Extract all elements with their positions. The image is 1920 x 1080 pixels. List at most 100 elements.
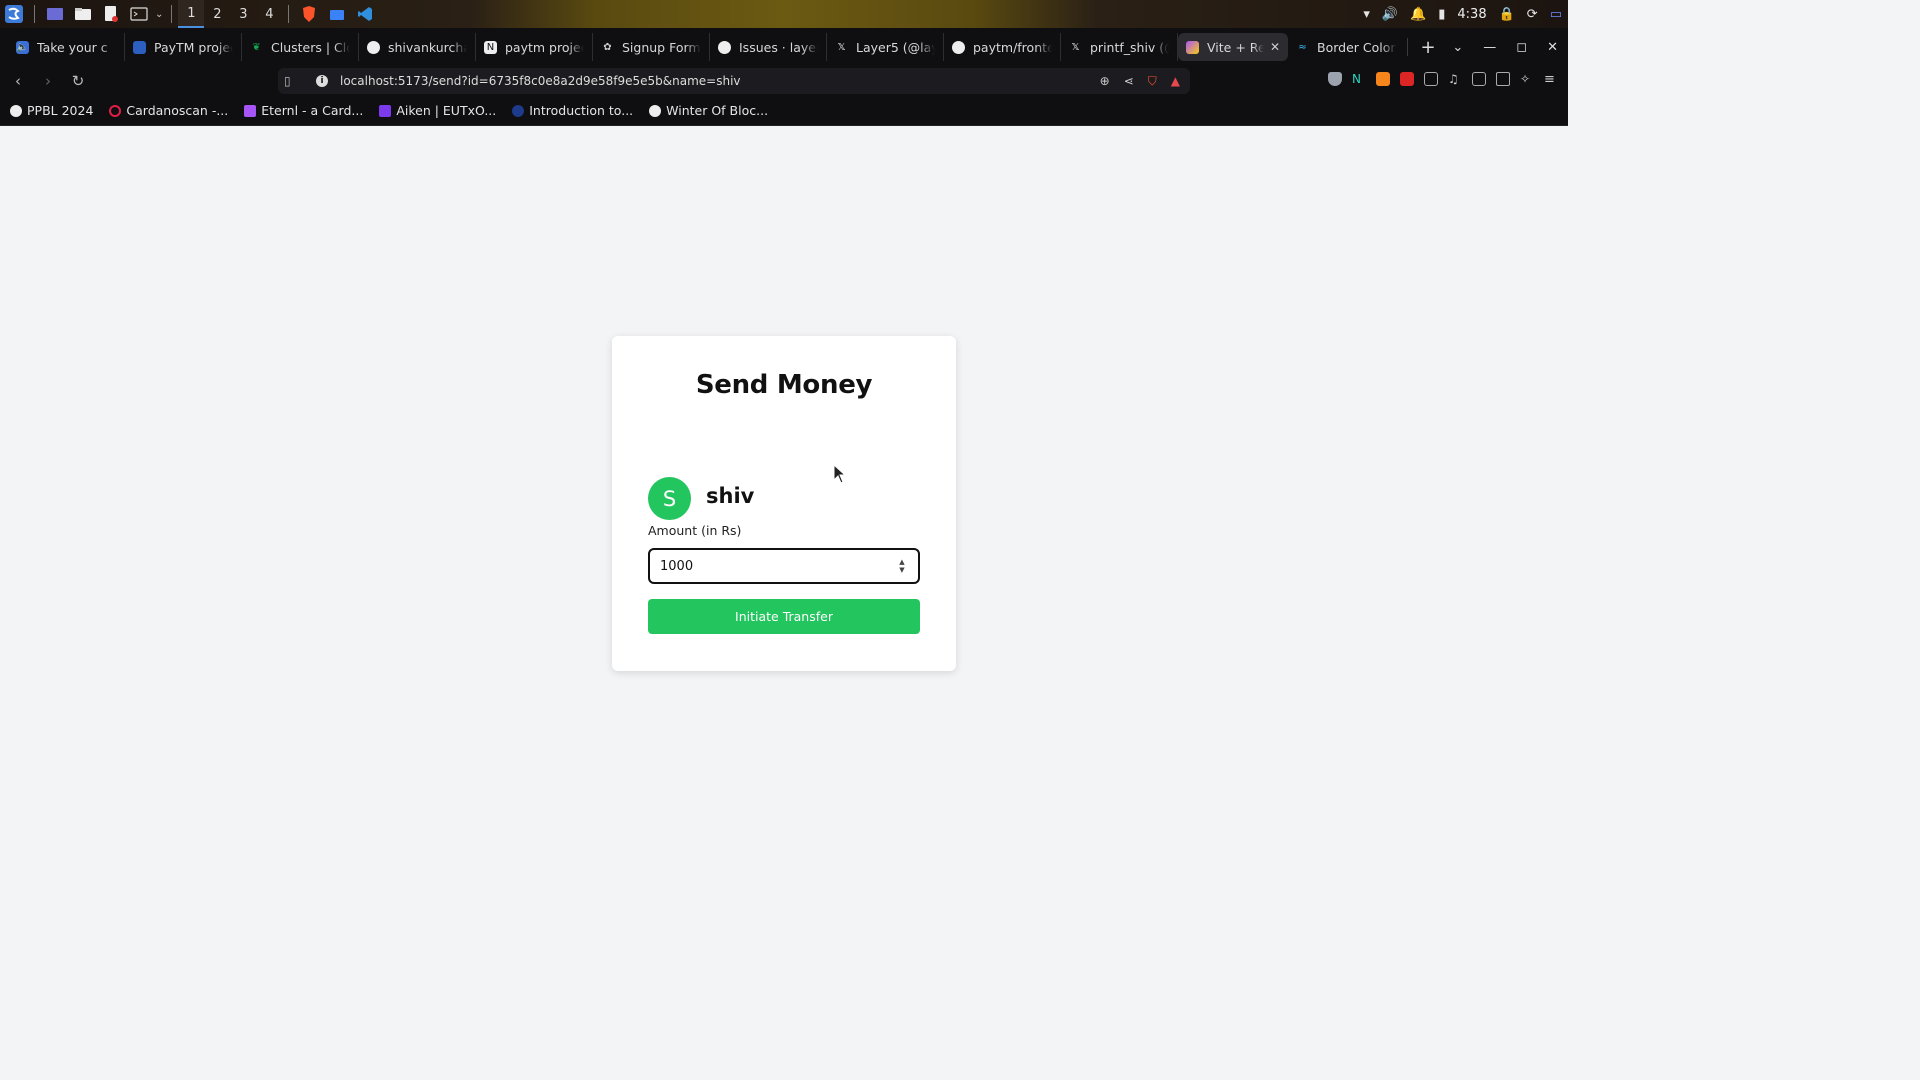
audio-icon: 🔈	[16, 40, 29, 54]
workspace-2[interactable]: 2	[204, 0, 230, 28]
amount-input[interactable]	[648, 548, 920, 584]
divider	[171, 5, 173, 23]
brave-shields-icon[interactable]: ⛉	[1148, 74, 1157, 89]
tab-close-icon[interactable]: ✕	[1270, 40, 1280, 54]
maximize-icon[interactable]: ◻	[1516, 40, 1527, 55]
page-content: Send Money S shiv Amount (in Rs) ▲▼ Init…	[0, 126, 1568, 882]
folder-icon[interactable]	[326, 4, 348, 24]
aiken-icon	[379, 104, 392, 117]
site-info-icon[interactable]: i	[316, 75, 328, 87]
notion-icon: N	[484, 40, 497, 54]
divider	[34, 5, 35, 23]
notification-bell-icon[interactable]: 🔔	[1410, 7, 1426, 22]
sidebar-icon[interactable]	[1472, 72, 1486, 86]
file-manager-icon[interactable]	[72, 4, 94, 24]
tab-5[interactable]: Npaytm project	[476, 33, 593, 61]
openai-icon: ✿	[601, 40, 614, 54]
tab-list-chevron-icon[interactable]: ⌄	[1452, 40, 1463, 55]
tab-4[interactable]: shivankurchav	[359, 33, 476, 61]
page-title: Send Money	[695, 370, 873, 400]
workspace-4[interactable]: 4	[256, 0, 282, 28]
extensions-puzzle-icon[interactable]	[1424, 72, 1438, 86]
vite-icon	[1186, 40, 1199, 54]
intro-icon	[512, 104, 525, 117]
wallet-icon[interactable]	[1496, 72, 1510, 86]
workspace-3[interactable]: 3	[230, 0, 256, 28]
browser-toolbar: ‹ › ↻ ▯ i localhost:5173/send?id=6735f8c…	[0, 66, 1568, 96]
x-icon: 𝕏	[835, 40, 848, 54]
zoom-icon[interactable]: ⊕	[1100, 74, 1110, 88]
bookmark-item[interactable]: Aiken | EUTxO...	[379, 103, 496, 118]
reload-icon[interactable]: ↻	[66, 72, 90, 90]
github-icon	[367, 40, 380, 54]
brave-browser-icon[interactable]	[298, 4, 320, 24]
minimize-icon[interactable]: —	[1483, 40, 1496, 55]
tab-vite-active[interactable]: Vite + Rea✕	[1178, 33, 1288, 61]
bookmark-item[interactable]: Winter Of Bloc...	[649, 103, 768, 118]
tab-2[interactable]: PayTM project	[125, 33, 242, 61]
tab-9[interactable]: paytm/fronte	[944, 33, 1061, 61]
text-editor-icon[interactable]	[100, 4, 122, 24]
show-desktop-icon[interactable]	[44, 4, 66, 24]
tab-8[interactable]: 𝕏Layer5 (@laye	[827, 33, 944, 61]
divider	[288, 5, 290, 23]
vscode-icon[interactable]	[354, 4, 376, 24]
tab-12[interactable]: ≈ Border Color	[1288, 33, 1405, 61]
workspace-1[interactable]: 1	[178, 0, 205, 28]
eternl-icon	[244, 104, 257, 117]
amount-label: Amount (in Rs)	[648, 523, 742, 538]
clock[interactable]: 4:38	[1457, 7, 1486, 22]
mongodb-icon: ❦	[250, 40, 263, 54]
url-text[interactable]: localhost:5173/send?id=6735f8c0e8a2d9e58…	[340, 74, 741, 88]
display-icon[interactable]: ▭	[1550, 7, 1562, 22]
tab-1[interactable]: 🔈 Take your c	[8, 33, 125, 61]
address-bar[interactable]: ▯ i localhost:5173/send?id=6735f8c0e8a2d…	[278, 68, 1190, 94]
browser-tab-strip: 🔈Take your c PayTM project ❦Clusters | C…	[0, 28, 1568, 66]
terminal-icon[interactable]	[128, 4, 150, 24]
leo-ai-icon[interactable]: ✧	[1520, 72, 1534, 86]
initiate-transfer-button[interactable]: Initiate Transfer	[648, 599, 920, 634]
back-icon[interactable]: ‹	[6, 72, 30, 90]
close-window-icon[interactable]: ✕	[1547, 40, 1558, 55]
bookmark-item[interactable]: Introduction to...	[512, 103, 633, 118]
ppbl-icon	[10, 104, 22, 117]
nami-extension-icon[interactable]: N	[1352, 72, 1366, 86]
tab-7[interactable]: Issues · layer5	[710, 33, 827, 61]
bookmark-item[interactable]: Cardanoscan -...	[109, 103, 228, 118]
menu-icon[interactable]: ≡	[1544, 72, 1558, 87]
x-icon: 𝕏	[1069, 40, 1082, 54]
lock-icon[interactable]: 🔒	[1499, 7, 1515, 22]
shield-extension-icon[interactable]	[1328, 72, 1342, 86]
share-icon[interactable]: ⋖	[1124, 74, 1134, 88]
tailwind-icon: ≈	[1296, 40, 1309, 54]
github-icon	[649, 104, 662, 117]
red-extension-icon[interactable]	[1400, 72, 1414, 86]
music-icon[interactable]: ♫	[1448, 72, 1462, 86]
bookmarks-bar: PPBL 2024 Cardanoscan -... Eternl - a Ca…	[0, 96, 1568, 126]
bookmark-icon[interactable]: ▯	[284, 74, 291, 88]
wifi-icon[interactable]: ▾	[1363, 7, 1370, 22]
desktop-taskbar: ⌄ 1 2 3 4 ▾ 🔊 🔔 ▮ 4:38 🔒 ⟳ ▭	[0, 0, 1568, 28]
cardanoscan-icon	[109, 104, 122, 117]
chevron-down-icon[interactable]: ⌄	[155, 9, 163, 20]
volume-icon[interactable]: 🔊	[1382, 7, 1398, 22]
metamask-icon[interactable]	[1376, 72, 1390, 86]
bookmark-item[interactable]: Eternl - a Card...	[244, 103, 363, 118]
divider	[1407, 38, 1408, 56]
avatar: S	[648, 477, 691, 520]
tab-3[interactable]: ❦Clusters | Clou	[242, 33, 359, 61]
recipient-name: shiv	[706, 484, 755, 508]
app-icon	[133, 40, 146, 54]
brave-rewards-icon[interactable]: ▲	[1171, 74, 1180, 88]
github-icon	[718, 40, 731, 54]
power-icon[interactable]: ⟳	[1527, 7, 1538, 22]
tab-10[interactable]: 𝕏printf_shiv (@	[1061, 33, 1178, 61]
number-stepper-icon[interactable]: ▲ ▼	[896, 557, 908, 575]
bookmark-item[interactable]: PPBL 2024	[10, 103, 93, 118]
new-tab-icon[interactable]: +	[1418, 37, 1438, 58]
send-money-card: Send Money S shiv Amount (in Rs) ▲▼ Init…	[612, 336, 956, 671]
app-launcher-icon[interactable]	[3, 4, 25, 24]
tab-6[interactable]: ✿ Signup Form	[593, 33, 710, 61]
battery-icon[interactable]: ▮	[1438, 7, 1445, 22]
forward-icon[interactable]: ›	[36, 72, 60, 90]
